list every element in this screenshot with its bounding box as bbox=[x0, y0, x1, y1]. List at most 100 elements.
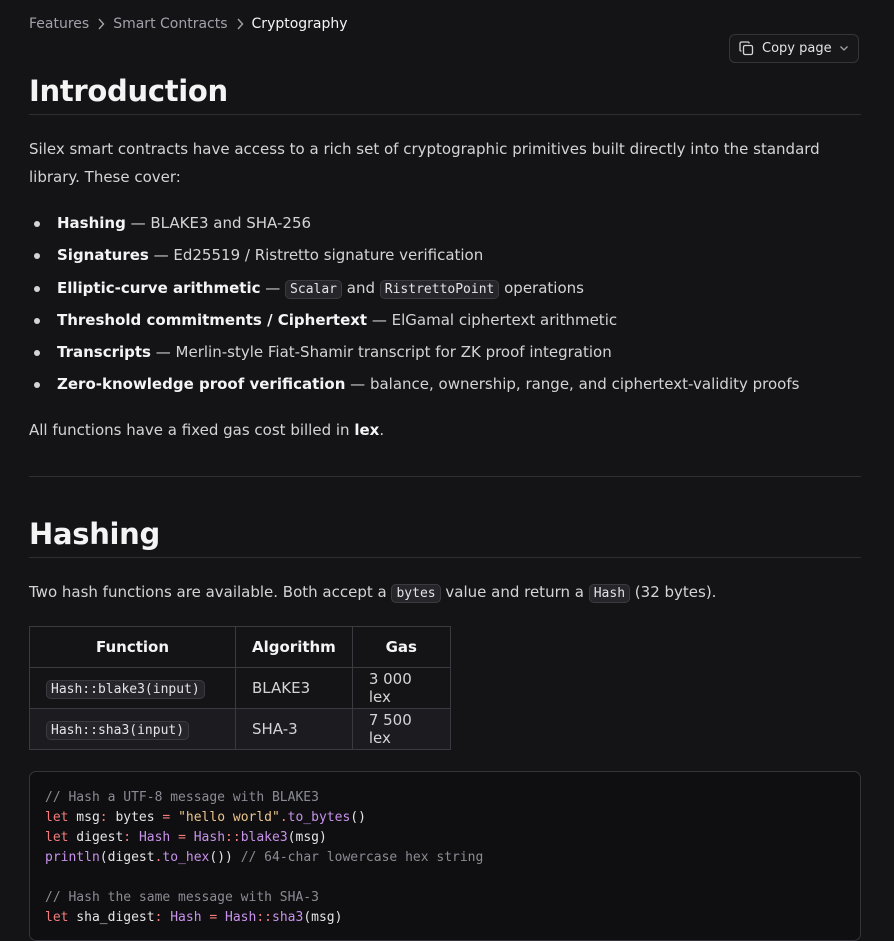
table-header-algorithm: Algorithm bbox=[235, 626, 353, 668]
list-item-text: Hashing — BLAKE3 and SHA-256 bbox=[57, 210, 311, 237]
list-item: Threshold commitments / Ciphertext — ElG… bbox=[29, 307, 799, 339]
code-line: // Hash the same message with SHA-3 bbox=[45, 888, 845, 908]
code-token: to_hex bbox=[162, 850, 210, 865]
inline-code: Scalar bbox=[285, 279, 343, 299]
breadcrumb: Features Smart Contracts Cryptography bbox=[29, 15, 348, 33]
heading-introduction: Introduction bbox=[29, 74, 228, 108]
list-item-desc: ElGamal ciphertext arithmetic bbox=[391, 310, 618, 329]
desc-text: value and return a bbox=[440, 583, 589, 601]
code-block[interactable]: // Hash a UTF-8 message with BLAKE3 let m… bbox=[29, 771, 861, 941]
list-item-desc: Ed25519 / Ristretto signature verificati… bbox=[173, 246, 484, 265]
section-divider bbox=[29, 476, 861, 477]
heading-underline bbox=[29, 557, 861, 558]
list-item: Signatures — Ed25519 / Ristretto signatu… bbox=[29, 242, 799, 274]
copy-page-button[interactable]: Copy page bbox=[729, 34, 859, 63]
hashing-description: Two hash functions are available. Both a… bbox=[29, 578, 869, 608]
code-token: // Hash a UTF-8 message with BLAKE3 bbox=[45, 790, 319, 805]
code-token: // Hash the same message with SHA-3 bbox=[45, 890, 319, 905]
table-row: Hash::sha3(input) SHA-3 7 500 lex bbox=[29, 708, 451, 750]
code-token: = bbox=[178, 830, 186, 845]
code-token: let bbox=[45, 830, 69, 845]
code-token: to_bytes bbox=[287, 810, 351, 825]
list-item-desc: balance, ownership, range, and ciphertex… bbox=[369, 375, 800, 394]
heading-hashing: Hashing bbox=[29, 517, 160, 551]
gas-note-suffix: . bbox=[379, 421, 385, 439]
desc-text: (32 bytes). bbox=[630, 583, 717, 601]
code-token: : bbox=[99, 810, 108, 825]
code-token: () bbox=[350, 810, 366, 825]
code-token: : bbox=[123, 830, 132, 845]
code-token: "hello world" bbox=[178, 810, 280, 825]
gas-note: All functions have a fixed gas cost bill… bbox=[29, 416, 869, 444]
breadcrumb-features[interactable]: Features bbox=[29, 16, 89, 32]
list-item: Hashing — BLAKE3 and SHA-256 bbox=[29, 210, 799, 242]
code-line: // Hash a UTF-8 message with BLAKE3 bbox=[45, 788, 845, 808]
table-header-gas: Gas bbox=[351, 626, 451, 668]
code-line: let sha_digest: Hash = Hash::sha3(msg) bbox=[45, 908, 845, 928]
code-function: Hash::blake3(input) bbox=[46, 680, 205, 699]
inline-code: RistrettoPoint bbox=[379, 279, 500, 299]
list-item-desc: Merlin-style Fiat-Shamir transcript for … bbox=[175, 343, 612, 362]
code-token: . bbox=[279, 810, 288, 825]
docs-page: Features Smart Contracts Cryptography Co… bbox=[0, 0, 894, 941]
code-token: // 64-char lowercase hex string bbox=[240, 850, 484, 865]
code-line: println(digest.to_hex()) // 64-char lowe… bbox=[45, 848, 845, 868]
code-hash: Hash bbox=[588, 584, 631, 603]
list-item-text: Elliptic-curve arithmetic — Scalar and R… bbox=[57, 275, 584, 303]
table-header-function: Function bbox=[29, 626, 236, 668]
list-item-sep: — bbox=[150, 343, 176, 362]
feature-list: Hashing — BLAKE3 and SHA-256 Signatures —… bbox=[29, 210, 799, 404]
code-function: Hash::sha3(input) bbox=[46, 721, 190, 740]
code-token: (msg) bbox=[287, 830, 327, 845]
code-token: println bbox=[45, 850, 100, 865]
list-item-term: Zero-knowledge proof verification bbox=[57, 375, 346, 394]
list-item: Transcripts — Merlin-style Fiat-Shamir t… bbox=[29, 339, 799, 371]
breadcrumb-cryptography: Cryptography bbox=[251, 16, 348, 32]
bullet-dot bbox=[34, 253, 40, 260]
copy-page-label: Copy page bbox=[762, 41, 832, 56]
list-item-desc: BLAKE3 and SHA-256 bbox=[150, 214, 312, 232]
table-cell-algorithm: SHA-3 bbox=[235, 708, 353, 750]
list-item-desc: and bbox=[342, 278, 380, 297]
list-item-sep: — bbox=[260, 278, 286, 297]
heading-underline bbox=[29, 114, 861, 115]
code-token: sha_digest bbox=[68, 910, 155, 925]
chevron-down-icon[interactable] bbox=[839, 45, 849, 52]
copy-icon bbox=[739, 41, 754, 56]
table-row: Hash::blake3(input) BLAKE3 3 000 lex bbox=[29, 667, 451, 709]
desc-text: Two hash functions are available. Both a… bbox=[29, 583, 392, 601]
list-item: Zero-knowledge proof verification — bala… bbox=[29, 371, 799, 403]
code-token: bytes bbox=[107, 810, 163, 825]
list-item-term: Hashing bbox=[57, 214, 126, 232]
list-item-desc: operations bbox=[499, 278, 584, 297]
code-token: Hash bbox=[170, 910, 202, 925]
code-token: let bbox=[45, 810, 69, 825]
list-item-text: Signatures — Ed25519 / Ristretto signatu… bbox=[57, 242, 483, 269]
list-item-sep: — bbox=[345, 375, 370, 394]
table-cell-function: Hash::blake3(input) bbox=[29, 667, 236, 709]
list-item-text: Threshold commitments / Ciphertext — ElG… bbox=[57, 307, 617, 334]
bullet-dot bbox=[34, 317, 40, 324]
code-token: blake3 bbox=[240, 830, 288, 845]
breadcrumb-smart-contracts[interactable]: Smart Contracts bbox=[113, 16, 227, 32]
code-line: let msg: bytes = "hello world".to_bytes(… bbox=[45, 808, 845, 828]
list-item-sep: — bbox=[125, 214, 151, 232]
list-item: Elliptic-curve arithmetic — Scalar and R… bbox=[29, 275, 799, 307]
list-item-term: Threshold commitments / Ciphertext bbox=[57, 310, 368, 329]
code-token: let bbox=[45, 910, 69, 925]
code-line: let digest: Hash = Hash::blake3(msg) bbox=[45, 828, 845, 848]
table-cell-function: Hash::sha3(input) bbox=[29, 708, 236, 750]
bullet-dot bbox=[34, 382, 40, 389]
list-item-term: Signatures bbox=[57, 246, 149, 265]
list-item-term: Elliptic-curve arithmetic bbox=[57, 278, 261, 297]
table-cell-gas: 7 500 lex bbox=[351, 708, 451, 750]
intro-paragraph: Silex smart contracts have access to a r… bbox=[29, 140, 820, 186]
list-item-term: Transcripts bbox=[57, 343, 151, 362]
code-token: Hash bbox=[225, 910, 257, 925]
list-item-sep: — bbox=[148, 246, 174, 265]
gas-note-text: All functions have a fixed gas cost bill… bbox=[29, 421, 355, 439]
hash-functions-table: Function Algorithm Gas Hash::blake3(inpu… bbox=[29, 626, 451, 750]
